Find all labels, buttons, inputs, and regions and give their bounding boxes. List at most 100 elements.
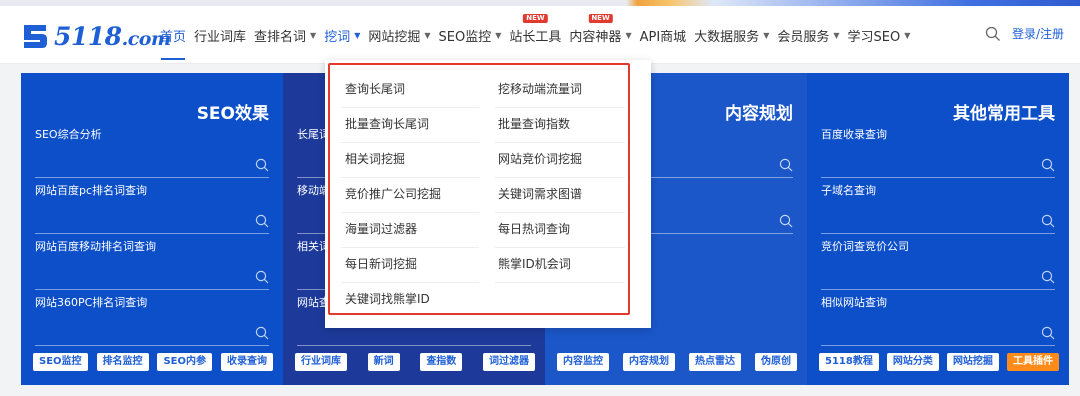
search-icon[interactable]: [255, 270, 269, 284]
tool-label: 竞价词查竞价公司: [821, 240, 909, 253]
divider: [341, 107, 479, 108]
chevron-down-icon: ▼: [833, 30, 840, 40]
tool-field[interactable]: 子域名查询: [821, 182, 1055, 234]
divider: [341, 177, 479, 178]
industry-lexicon-button[interactable]: 行业词库: [295, 353, 347, 371]
menu-item[interactable]: 查询长尾词: [345, 72, 405, 107]
seo-monitor-button[interactable]: SEO监控: [33, 353, 88, 371]
menu-item[interactable]: 海量词过滤器: [345, 212, 417, 247]
seo-insider-button[interactable]: SEO内参: [157, 353, 213, 371]
content-monitor-button[interactable]: 内容监控: [557, 353, 609, 371]
divider: [341, 282, 479, 283]
chevron-down-icon: ▼: [904, 30, 911, 40]
tool-label: SEO综合分析: [35, 128, 102, 141]
divider: [341, 142, 479, 143]
nav-industry-lexicon[interactable]: 行业词库: [194, 6, 246, 64]
nav-membership[interactable]: 会员服务 ▼: [777, 6, 839, 64]
chevron-down-icon: ▼: [625, 30, 632, 40]
input-underline: [35, 289, 269, 290]
nav-webmaster-tools[interactable]: 站长工具 NEW: [509, 6, 561, 64]
tool-label: 网站360PC排名词查询: [35, 296, 148, 309]
check-index-button[interactable]: 查指数: [420, 353, 463, 371]
menu-item[interactable]: 网站竞价词挖掘: [498, 142, 582, 177]
menu-item[interactable]: 批量查询指数: [498, 107, 570, 142]
menu-item[interactable]: 每日热词查询: [498, 212, 570, 247]
search-icon[interactable]: [255, 214, 269, 228]
logo-mark-icon: [24, 25, 47, 48]
word-filter-button[interactable]: 词过滤器: [482, 353, 535, 371]
site-mining-button[interactable]: 网站挖掘: [946, 353, 999, 371]
login-register-link[interactable]: 登录/注册: [1012, 25, 1064, 42]
site-category-button[interactable]: 网站分类: [886, 353, 939, 371]
divider: [495, 107, 625, 108]
menu-item[interactable]: 竞价推广公司挖掘: [345, 177, 441, 212]
input-underline: [35, 233, 269, 234]
new-badge: NEW: [523, 14, 548, 23]
nav-big-data[interactable]: 大数据服务 ▼: [694, 6, 769, 64]
search-icon[interactable]: [1041, 326, 1055, 340]
divider: [495, 282, 625, 283]
pseudo-original-button[interactable]: 伪原创: [755, 353, 797, 371]
panel-title: SEO效果: [196, 104, 269, 124]
quick-buttons: 5118教程 网站分类 网站挖掘 工具插件: [819, 353, 1059, 371]
nav-home[interactable]: 首页: [160, 6, 186, 64]
search-icon[interactable]: [1041, 158, 1055, 172]
new-badge: NEW: [588, 14, 613, 23]
input-underline: [35, 345, 269, 346]
menu-item[interactable]: 每日新词挖掘: [345, 247, 417, 282]
tool-label: 百度收录查询: [821, 128, 887, 141]
search-icon[interactable]: [779, 214, 793, 228]
tool-label: 网站百度pc排名词查询: [35, 184, 148, 197]
logo-text: 5118.com: [54, 21, 171, 51]
tutorial-button[interactable]: 5118教程: [819, 353, 879, 371]
tool-field[interactable]: 网站百度pc排名词查询: [35, 182, 269, 234]
chevron-down-icon: ▼: [424, 30, 431, 40]
search-icon[interactable]: [255, 326, 269, 340]
tool-field[interactable]: 网站百度移动排名词查询: [35, 238, 269, 290]
tool-field[interactable]: 相似网站查询: [821, 294, 1055, 346]
tool-plugin-button[interactable]: 工具插件: [1006, 353, 1059, 371]
tool-field[interactable]: 竞价词查竞价公司: [821, 238, 1055, 290]
panel-common-tools: 其他常用工具 百度收录查询 子域名查询 竞价词查竞价公司 相似网站查询 5118…: [807, 73, 1069, 385]
input-underline: [821, 177, 1055, 178]
divider: [341, 212, 479, 213]
search-icon[interactable]: [255, 158, 269, 172]
quick-buttons: 内容监控 内容规划 热点雷达 伪原创: [557, 353, 797, 371]
panel-title: 其他常用工具: [953, 104, 1055, 124]
input-underline: [297, 345, 531, 346]
index-query-button[interactable]: 收录查询: [221, 353, 273, 371]
nav-content-tools[interactable]: 内容神器 NEW ▼: [569, 6, 632, 64]
search-icon[interactable]: [779, 158, 793, 172]
menu-item[interactable]: 批量查询长尾词: [345, 107, 429, 142]
content-plan-button[interactable]: 内容规划: [623, 353, 675, 371]
new-words-button[interactable]: 新词: [367, 353, 400, 371]
panel-seo-effect: SEO效果 SEO综合分析 网站百度pc排名词查询 网站百度移动排名词查询 网站…: [21, 73, 283, 385]
nav-seo-monitor[interactable]: SEO监控 ▼: [439, 6, 502, 64]
nav-site-mining[interactable]: 网站挖掘 ▼: [368, 6, 430, 64]
rank-monitor-button[interactable]: 排名监控: [96, 353, 149, 371]
hotspot-radar-button[interactable]: 热点雷达: [689, 353, 741, 371]
nav-keyword-mining[interactable]: 挖词 ▼: [324, 6, 360, 64]
nav-learn-seo[interactable]: 学习SEO ▼: [848, 6, 911, 64]
search-icon[interactable]: [985, 26, 1001, 42]
search-icon[interactable]: [1041, 270, 1055, 284]
site-header: 5118.com 首页 行业词库 查排名词 ▼ 挖词 ▼ 网站挖掘 ▼ SEO监控 ▼ …: [0, 6, 1080, 64]
menu-item[interactable]: 挖移动端流量词: [498, 72, 582, 107]
panel-title: 内容规划: [725, 104, 793, 124]
search-icon[interactable]: [1041, 214, 1055, 228]
menu-item[interactable]: 熊掌ID机会词: [498, 247, 571, 282]
menu-item[interactable]: 相关词挖掘: [345, 142, 405, 177]
main-nav: 首页 行业词库 查排名词 ▼ 挖词 ▼ 网站挖掘 ▼ SEO监控 ▼ 站长工具 NEW 内…: [160, 6, 918, 64]
menu-item[interactable]: 关键词找熊掌ID: [345, 282, 430, 317]
divider: [495, 177, 625, 178]
nav-rank-words[interactable]: 查排名词 ▼: [254, 6, 316, 64]
input-underline: [821, 345, 1055, 346]
tool-field[interactable]: 百度收录查询: [821, 126, 1055, 178]
logo[interactable]: 5118.com: [20, 20, 171, 52]
nav-api-store[interactable]: API商城: [640, 6, 687, 64]
tool-field[interactable]: SEO综合分析: [35, 126, 269, 178]
chevron-down-icon: ▼: [763, 30, 770, 40]
menu-item[interactable]: 关键词需求图谱: [498, 177, 582, 212]
tool-field[interactable]: 网站360PC排名词查询: [35, 294, 269, 346]
quick-buttons: SEO监控 排名监控 SEO内参 收录查询: [33, 353, 273, 371]
